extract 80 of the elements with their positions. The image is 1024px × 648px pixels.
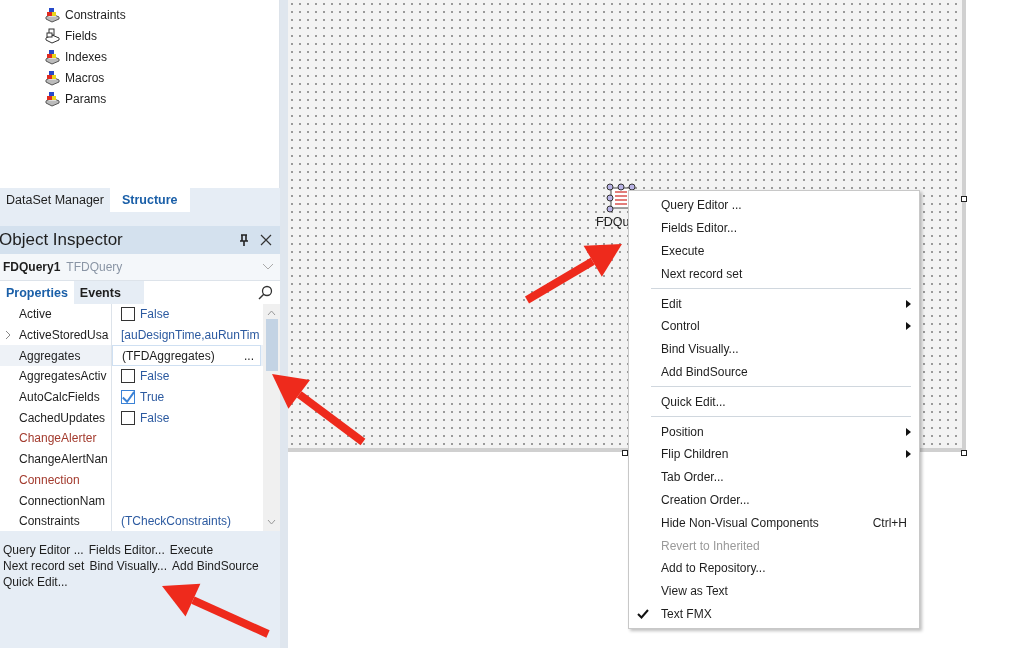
menu-item[interactable]: Edit — [629, 292, 919, 315]
checkbox[interactable] — [121, 390, 135, 405]
verb-link[interactable]: Quick Edit... — [3, 575, 68, 589]
property-row[interactable]: ChangeAlertNan — [0, 448, 263, 470]
search-icon — [257, 284, 274, 301]
component-selector[interactable]: FDQuery1 TFDQuery — [0, 254, 280, 281]
verb-link[interactable]: Fields Editor... — [88, 543, 165, 557]
property-name: ChangeAlertNan — [0, 448, 112, 470]
tree-item[interactable]: Params — [65, 91, 107, 106]
menu-item[interactable]: Add to Repository... — [629, 556, 919, 580]
search-field[interactable] — [144, 281, 280, 304]
property-name: ConnectionNam — [0, 490, 112, 511]
verb-link[interactable]: Query Editor ... — [3, 543, 84, 557]
scroll-up-icon — [267, 310, 276, 316]
dropdown-chevron-icon — [262, 263, 274, 271]
tree-item[interactable]: Indexes — [65, 49, 108, 64]
property-row[interactable]: Active False — [0, 304, 263, 325]
value-field[interactable]: (TFDAggregates) ... — [112, 345, 261, 367]
menu-item[interactable]: Execute — [629, 239, 919, 263]
tree-item[interactable]: Macros — [65, 70, 105, 85]
property-name: Connection — [0, 469, 112, 491]
property-name: AggregatesActiv — [0, 366, 112, 387]
property-value: (TCheckConstraints) — [121, 514, 233, 529]
menu-item[interactable]: Creation Order... — [629, 488, 919, 512]
checkbox[interactable] — [121, 410, 135, 425]
menu-item[interactable]: View as Text — [629, 579, 919, 603]
scroll-down-icon — [267, 519, 276, 525]
property-value: True — [140, 390, 166, 405]
resize-handle[interactable] — [961, 450, 967, 456]
property-row[interactable]: CachedUpdates False — [0, 407, 263, 429]
panel-title: Object Inspector — [0, 230, 124, 250]
property-row[interactable]: Constraints (TCheckConstraints) — [0, 510, 263, 531]
property-name: Constraints — [0, 510, 112, 531]
menu-item[interactable]: Tab Order... — [629, 465, 919, 489]
scrollbar-thumb[interactable] — [265, 319, 278, 371]
property-row[interactable]: ConnectionNam — [0, 490, 263, 511]
verb-link[interactable]: Execute — [169, 543, 214, 557]
panel-tab[interactable]: DataSet Manager — [0, 188, 110, 212]
property-row[interactable]: ChangeAlerter — [0, 428, 263, 449]
menu-item[interactable]: Hide Non-Visual Components Ctrl+H — [629, 511, 919, 535]
tree-item[interactable]: Constraints — [65, 7, 126, 22]
property-row[interactable]: Aggregates (TFDAggregates) ... — [0, 345, 263, 367]
checkbox[interactable] — [121, 369, 135, 384]
menu-item[interactable]: Flip Children — [629, 442, 919, 466]
property-name: AutoCalcFields — [0, 386, 112, 408]
menu-item[interactable]: Position — [629, 420, 919, 443]
menu-item[interactable]: Control — [629, 315, 919, 338]
menu-item[interactable]: Add BindSource — [629, 360, 919, 384]
panel-tab[interactable]: Structure — [110, 188, 190, 212]
property-name: Active — [0, 304, 112, 325]
ellipsis-button[interactable]: ... — [238, 348, 260, 363]
inspector-tab[interactable]: Events — [73, 281, 127, 304]
property-row[interactable]: AutoCalcFields True — [0, 386, 263, 408]
close-icon[interactable] — [260, 234, 272, 246]
property-row[interactable]: Connection — [0, 469, 263, 491]
verb-link[interactable]: Next record set — [3, 559, 85, 573]
verb-link[interactable]: Bind Visually... — [89, 559, 167, 573]
property-value: False — [140, 307, 171, 322]
property-value: False — [140, 369, 171, 384]
inspector-tab[interactable]: Properties — [0, 281, 74, 304]
menu-item[interactable]: Query Editor ... — [629, 194, 919, 217]
resize-handle[interactable] — [622, 450, 628, 456]
resize-handle[interactable] — [961, 196, 967, 202]
property-value: False — [140, 410, 171, 425]
checkbox[interactable] — [121, 307, 135, 322]
scrollbar[interactable] — [263, 304, 280, 531]
pin-icon — [238, 234, 250, 246]
property-value: (TFDAggregates) — [122, 348, 216, 363]
tree-item[interactable]: Fields — [65, 28, 97, 43]
verb-link[interactable]: Add BindSource — [172, 559, 259, 573]
property-name: ChangeAlerter — [0, 428, 112, 449]
menu-item[interactable]: Bind Visually... — [629, 337, 919, 361]
property-row[interactable]: AggregatesActiv False — [0, 366, 263, 387]
menu-item[interactable]: Next record set — [629, 262, 919, 286]
menu-item[interactable]: Text FMX — [629, 602, 919, 626]
property-value: [auDesignTime,auRunTim — [121, 328, 261, 343]
menu-item[interactable]: Fields Editor... — [629, 216, 919, 240]
splitter[interactable] — [280, 0, 288, 648]
property-name: CachedUpdates — [0, 407, 112, 429]
menu-item[interactable]: Quick Edit... — [629, 390, 919, 414]
